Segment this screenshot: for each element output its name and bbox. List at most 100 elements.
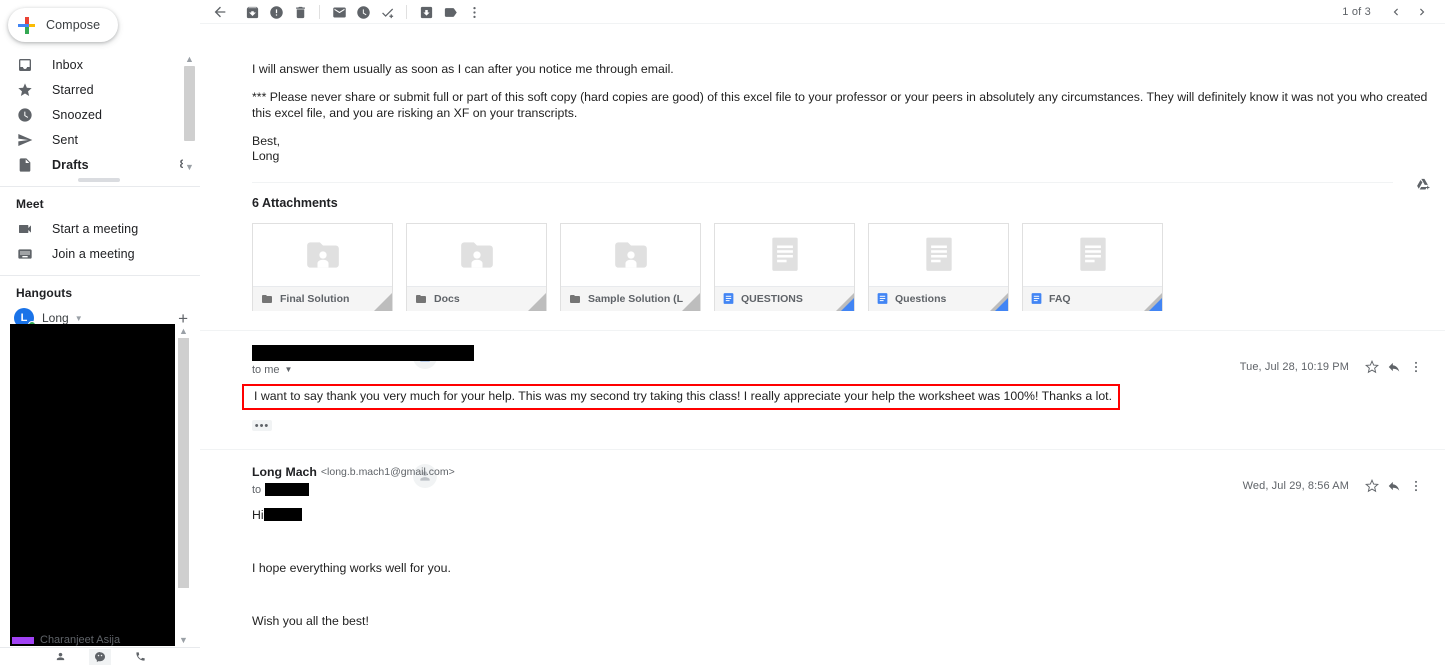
meet-section-title: Meet [16, 197, 44, 211]
chevron-down-icon[interactable]: ▼ [75, 314, 83, 323]
contact-name: Charanjeet Asija [40, 634, 121, 646]
attachment-card[interactable]: Final Solution [252, 222, 393, 311]
google-docs-icon [877, 293, 888, 305]
folder-icon [416, 294, 426, 303]
document-placeholder-icon [925, 237, 952, 271]
sender-name: Long Mach [252, 465, 317, 480]
report-spam-icon[interactable] [264, 0, 288, 24]
show-trimmed-content-button[interactable]: ••• [252, 420, 272, 432]
move-to-icon[interactable] [414, 0, 438, 24]
sidebar-item-label: Sent [52, 132, 79, 147]
attachment-name: Sample Solution (L... [588, 292, 683, 305]
google-docs-icon [1031, 293, 1042, 305]
older-icon[interactable] [1409, 0, 1435, 24]
sidebar-item-label: Drafts [52, 157, 89, 172]
add-to-tasks-icon[interactable] [375, 0, 399, 24]
reply-icon[interactable] [1383, 357, 1405, 377]
mark-unread-icon[interactable] [327, 0, 351, 24]
message-header: Long Mach <long.b.mach1@gmail.com> to We… [200, 464, 1435, 497]
attachment-card[interactable]: Sample Solution (L... [560, 222, 701, 311]
scroll-down-icon[interactable]: ▼ [177, 633, 190, 646]
star-icon[interactable] [1361, 476, 1383, 496]
google-plus-icon [18, 16, 35, 34]
sidebar-item-sent[interactable]: Sent [0, 127, 200, 152]
paragraph: Long [252, 149, 280, 164]
scrollbar-thumb[interactable] [184, 66, 195, 141]
greeting: Hi [252, 508, 264, 523]
delete-icon[interactable] [288, 0, 312, 24]
attachment-preview [561, 223, 700, 286]
sidebar-item-drafts[interactable]: Drafts 8 [0, 152, 200, 177]
compose-button[interactable]: Compose [8, 8, 118, 42]
sidebar-item-start-meeting[interactable]: Start a meeting [0, 216, 200, 241]
attachment-footer: Docs [407, 285, 546, 311]
scrollbar-thumb[interactable] [178, 338, 189, 588]
paragraph: Best, [252, 134, 281, 149]
paragraph: Wish you all the best! [252, 614, 369, 629]
attachment-card[interactable]: QUESTIONS [714, 222, 855, 311]
attachment-preview [407, 223, 546, 286]
star-icon[interactable] [1361, 357, 1383, 377]
recipients-label: to me [252, 363, 280, 376]
redacted-sender [252, 344, 474, 361]
more-options-icon[interactable] [1405, 357, 1427, 377]
attachment-card[interactable]: Questions [868, 222, 1009, 311]
highlighted-text-box: I want to say thank you very much for yo… [242, 383, 1121, 411]
contacts-icon[interactable] [49, 649, 71, 665]
corner-fold [682, 292, 700, 311]
attachment-card[interactable]: FAQ [1022, 222, 1163, 311]
sidebar-resize-handle[interactable] [78, 178, 120, 182]
main-pane: 1 of 3 I will answer them usually as soo… [200, 0, 1445, 665]
hangouts-contact-partial[interactable]: Charanjeet Asija [12, 634, 120, 646]
sidebar-item-inbox[interactable]: Inbox [0, 52, 200, 77]
message-date: Wed, Jul 29, 8:56 AM [1242, 480, 1349, 493]
labels-icon[interactable] [438, 0, 462, 24]
folder-placeholder-icon [460, 242, 493, 268]
more-options-icon[interactable] [1405, 476, 1427, 496]
hangouts-redacted-area [10, 324, 175, 646]
attachment-name: QUESTIONS [741, 292, 803, 305]
more-options-icon[interactable] [462, 0, 486, 24]
message: Long Mach <long.b.mach1@gmail.com> to We… [200, 450, 1445, 665]
attachment-footer: Final Solution [253, 285, 392, 311]
add-all-to-drive-icon[interactable] [1411, 173, 1435, 197]
hangouts-section-title: Hangouts [16, 286, 73, 300]
newer-icon[interactable] [1383, 0, 1409, 24]
snooze-icon[interactable] [351, 0, 375, 24]
compose-wrap: Compose [0, 0, 200, 42]
sidebar-item-snoozed[interactable]: Snoozed [0, 102, 200, 127]
chevron-down-icon[interactable]: ▼ [285, 365, 293, 374]
attachment-footer: Sample Solution (L... [561, 285, 700, 311]
attachment-preview [253, 223, 392, 286]
sidebar-item-label: Inbox [52, 57, 84, 72]
sidebar-scrollbar[interactable]: ▲ ▼ [183, 52, 196, 173]
phone-icon[interactable] [129, 649, 151, 665]
contact-avatar [12, 636, 34, 644]
message-actions: Tue, Jul 28, 10:19 PM [1240, 357, 1427, 377]
message-header: to me ▼ Tue, Jul 28, 10:19 PM [200, 344, 1435, 377]
email-content: I will answer them usually as soon as I … [200, 24, 1445, 665]
scroll-down-icon[interactable]: ▼ [183, 160, 196, 173]
scroll-up-icon[interactable]: ▲ [177, 324, 190, 337]
corner-fold-blue [995, 297, 1008, 311]
message-body: I want to say thank you very much for yo… [200, 376, 1435, 433]
sidebar-item-starred[interactable]: Starred [0, 77, 200, 102]
send-icon [16, 131, 34, 149]
archive-icon[interactable] [240, 0, 264, 24]
message-body: Hi I hope everything works well for you.… [200, 508, 1435, 665]
paragraph: I hope everything works well for you. [252, 561, 451, 576]
hangouts-panel: Charanjeet Asija ▲ ▼ [10, 324, 190, 646]
scroll-up-icon[interactable]: ▲ [183, 52, 196, 65]
attachment-footer: QUESTIONS [715, 285, 854, 311]
paragraph: *** Please never share or submit full or… [252, 90, 1428, 120]
back-arrow-icon[interactable] [208, 0, 232, 24]
corner-fold-blue [841, 297, 854, 311]
sidebar-item-join-meeting[interactable]: Join a meeting [0, 241, 200, 266]
reply-icon[interactable] [1383, 476, 1405, 496]
attachment-card[interactable]: Docs [406, 222, 547, 311]
google-docs-icon [723, 293, 734, 305]
compose-label: Compose [46, 18, 101, 32]
redacted-recipient [265, 483, 310, 497]
hangouts-scrollbar[interactable]: ▲ ▼ [177, 324, 190, 646]
conversations-icon[interactable] [89, 648, 111, 665]
